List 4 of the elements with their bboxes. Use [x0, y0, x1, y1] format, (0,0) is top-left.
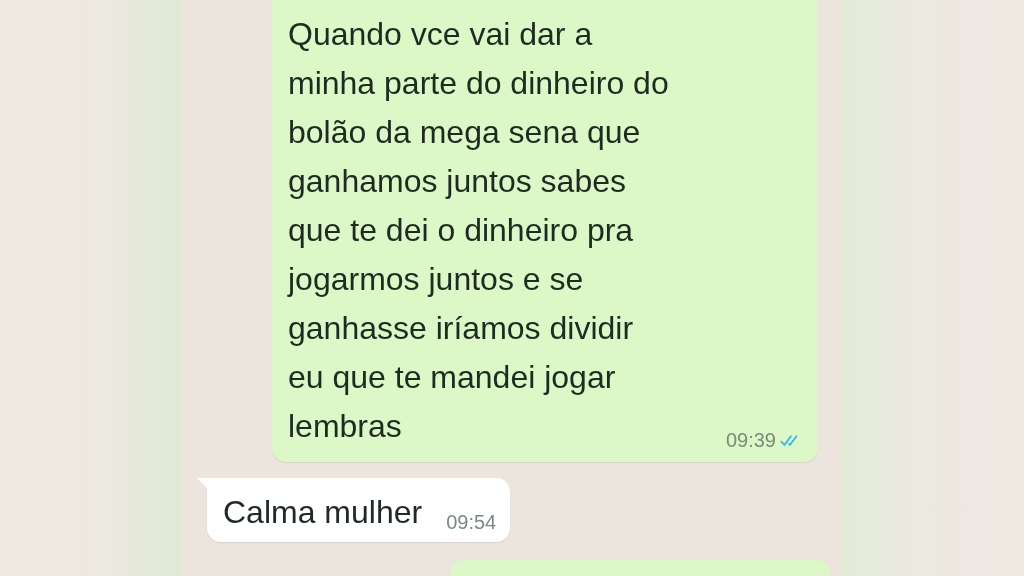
- message-time: 09:54: [446, 511, 497, 534]
- message-text: Calma mulher: [223, 493, 423, 532]
- message-time: 09:39: [725, 429, 776, 452]
- message-text: Quando vce vai dar a minha parte do dinheiro do bolão da mega sena que ganhamos juntos sabes que te dei o dinheiro pra jogarmos juntos e se ganhasse iríamos dividir eu que te mandei jogar lembras: [288, 15, 669, 446]
